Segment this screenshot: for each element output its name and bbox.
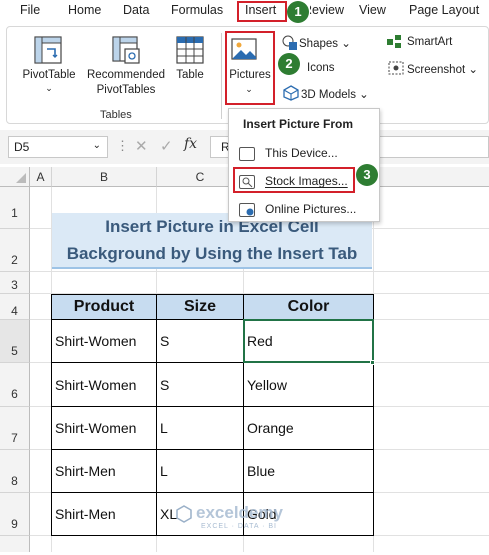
- tables-group-label: Tables: [100, 109, 132, 121]
- insert-highlight: [237, 1, 287, 22]
- watermark-name: exceldemy: [196, 503, 283, 522]
- cell-product[interactable]: Shirt-Women: [52, 320, 157, 363]
- row-header-9[interactable]: 9: [0, 493, 30, 536]
- this-device-item[interactable]: This Device...: [265, 146, 338, 160]
- worksheet-grid: A B C D 1 2 3 4 5 6 7 8 9 Insert Picture…: [0, 167, 489, 552]
- row-header-2[interactable]: 2: [0, 229, 30, 272]
- row-header-1[interactable]: 1: [0, 187, 30, 229]
- cell-product[interactable]: Shirt-Men: [52, 493, 157, 536]
- column-header-b[interactable]: B: [52, 167, 157, 187]
- online-pictures-item[interactable]: Online Pictures...: [265, 202, 356, 216]
- smartart-label[interactable]: SmartArt: [407, 36, 452, 48]
- watermark-tagline: EXCEL · DATA · BI: [201, 523, 277, 530]
- menu-page-layout[interactable]: Page Layout: [409, 3, 479, 17]
- row-header-8[interactable]: 8: [0, 450, 30, 493]
- this-device-icon: [239, 147, 255, 161]
- cell-size[interactable]: S: [157, 320, 244, 363]
- cell-product[interactable]: Shirt-Men: [52, 450, 157, 493]
- column-header-a[interactable]: A: [30, 167, 52, 187]
- enter-icon[interactable]: ✓: [160, 137, 173, 155]
- table-label[interactable]: Table: [167, 69, 213, 81]
- recommended-pivot-icon: [111, 35, 141, 65]
- cancel-icon[interactable]: ✕: [135, 137, 148, 155]
- pivot-table-label[interactable]: PivotTable: [21, 69, 77, 81]
- exceldemy-logo-icon: [176, 505, 192, 523]
- name-box[interactable]: D5 ⌄: [8, 136, 108, 158]
- cell-product[interactable]: Shirt-Women: [52, 407, 157, 450]
- step-2-badge: 2: [278, 53, 300, 75]
- pictures-highlight: [225, 31, 275, 105]
- column-header-e[interactable]: [374, 167, 489, 187]
- stock-images-highlight: [233, 167, 355, 193]
- name-box-value: D5: [14, 140, 30, 154]
- select-all-corner[interactable]: [0, 167, 30, 187]
- header-product[interactable]: Product: [52, 295, 157, 320]
- screenshot-icon: [388, 61, 404, 75]
- smartart-icon: [387, 35, 405, 49]
- shapes-icon: [282, 35, 298, 51]
- insert-picture-dropdown: Insert Picture From This Device... Stock…: [228, 108, 380, 222]
- gridline: [30, 271, 489, 272]
- more-options-icon: ⋮: [116, 138, 129, 153]
- cell-size[interactable]: L: [157, 450, 244, 493]
- header-color[interactable]: Color: [244, 295, 374, 320]
- menu-file[interactable]: File: [20, 3, 40, 17]
- cell-color[interactable]: Blue: [244, 450, 374, 493]
- sheet-title-line-2: Background by Using the Insert Tab: [66, 244, 358, 263]
- ribbon-separator: [221, 33, 222, 119]
- step-1-badge: 1: [287, 1, 309, 23]
- row-header-7[interactable]: 7: [0, 407, 30, 450]
- function-icon[interactable]: fx: [184, 136, 197, 152]
- menu-home[interactable]: Home: [68, 3, 101, 17]
- cell-size[interactable]: L: [157, 407, 244, 450]
- pivot-table-chevron-icon[interactable]: ⌄: [43, 83, 55, 94]
- menu-view[interactable]: View: [359, 3, 386, 17]
- row-header-3[interactable]: 3: [0, 272, 30, 294]
- row-header-4[interactable]: 4: [0, 294, 30, 320]
- cell-size[interactable]: S: [157, 363, 244, 407]
- row-header-6[interactable]: 6: [0, 363, 30, 407]
- name-box-chevron-icon[interactable]: ⌄: [93, 140, 101, 151]
- menu-bar: File Home Data Formulas Insert Review Vi…: [0, 0, 489, 24]
- header-size[interactable]: Size: [157, 295, 244, 320]
- table-icon: [175, 35, 205, 65]
- pivot-table-icon: [33, 35, 63, 65]
- recommended-label-2[interactable]: PivotTables: [83, 84, 169, 96]
- menu-review[interactable]: Review: [310, 3, 344, 17]
- row-header-5[interactable]: 5: [0, 320, 30, 363]
- fill-handle[interactable]: [370, 360, 375, 365]
- cell-color[interactable]: Yellow: [244, 363, 374, 407]
- cell-product[interactable]: Shirt-Women: [52, 363, 157, 407]
- menu-data[interactable]: Data: [123, 3, 149, 17]
- recommended-label-1[interactable]: Recommended: [83, 69, 169, 81]
- online-pictures-icon: [239, 203, 255, 217]
- menu-formulas[interactable]: Formulas: [171, 3, 223, 17]
- 3d-models-label[interactable]: 3D Models ⌄: [301, 87, 369, 101]
- step-3-badge: 3: [356, 164, 378, 186]
- icons-label[interactable]: Icons: [307, 62, 335, 74]
- cell-color[interactable]: Orange: [244, 407, 374, 450]
- row-header-10[interactable]: [0, 536, 30, 552]
- dropdown-header: Insert Picture From: [243, 117, 354, 131]
- 3d-models-icon: [283, 85, 299, 101]
- shapes-label[interactable]: Shapes ⌄: [299, 36, 351, 50]
- active-cell-indicator: [243, 319, 374, 363]
- screenshot-label[interactable]: Screenshot ⌄: [407, 62, 478, 76]
